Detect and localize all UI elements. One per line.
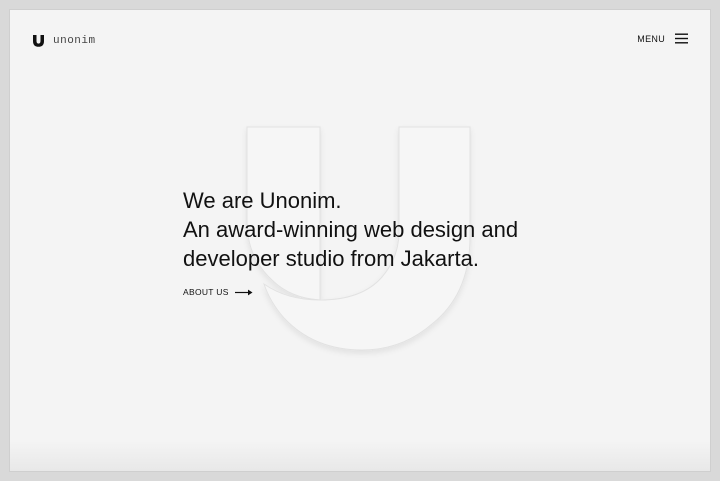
about-us-label: ABOUT US — [183, 287, 229, 297]
hamburger-menu-icon — [675, 33, 688, 44]
hero-line-3: developer studio from Jakarta. — [183, 246, 479, 271]
arrow-right-icon — [234, 289, 253, 295]
unonim-logo-icon — [33, 35, 44, 47]
logo-link[interactable]: unonim — [32, 34, 96, 47]
menu-label: MENU — [637, 33, 665, 44]
page-frame: unonim MENU We are Unonim. An award-winn… — [10, 10, 710, 471]
brand-name: unonim — [53, 34, 96, 47]
menu-button[interactable]: MENU — [637, 33, 688, 44]
about-us-link[interactable]: ABOUT US — [183, 287, 253, 297]
hero-line-1: We are Unonim. — [183, 188, 342, 213]
hero-heading: We are Unonim. An award-winning web desi… — [183, 186, 518, 273]
hero-line-2: An award-winning web design and — [183, 217, 519, 242]
